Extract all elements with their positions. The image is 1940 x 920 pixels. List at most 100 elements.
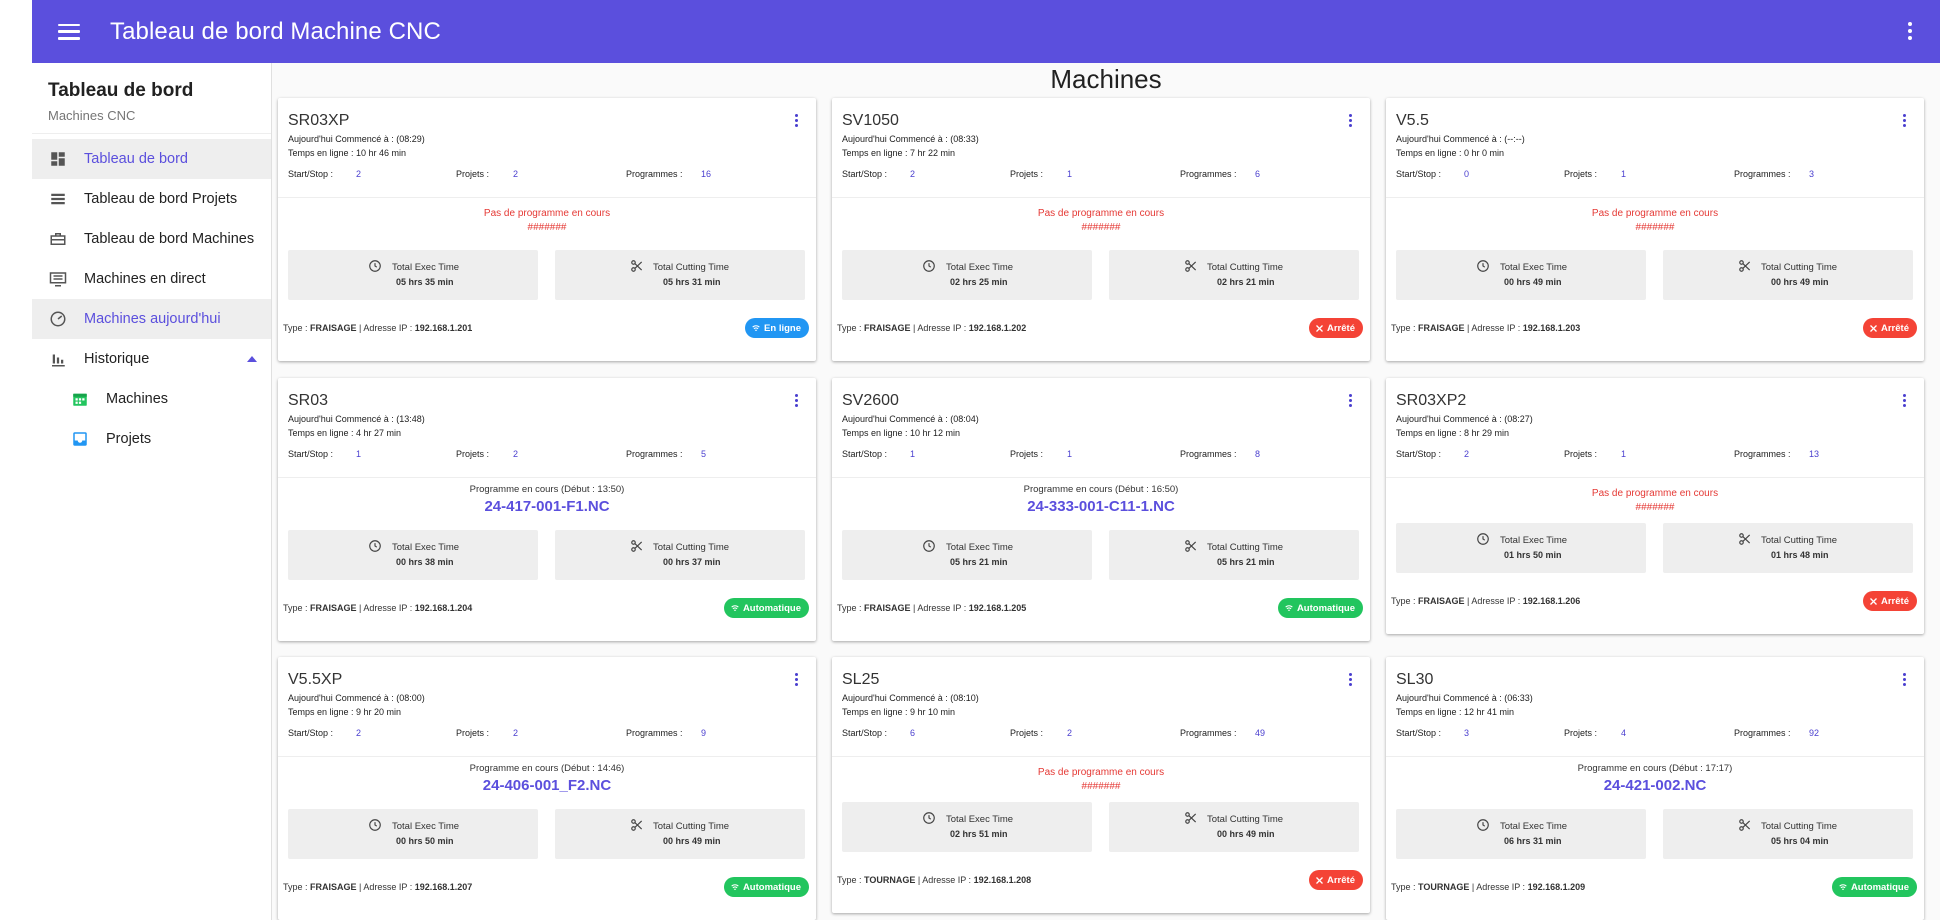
no-program-text: Pas de programme en cours xyxy=(1037,767,1165,778)
machine-type: TOURNAGE xyxy=(864,875,916,885)
scissors-icon xyxy=(1738,818,1752,832)
scissors-icon xyxy=(1184,811,1198,825)
total-exec-time-label: Total Exec Time xyxy=(946,262,1014,273)
chevron-up-icon[interactable] xyxy=(247,356,257,362)
machine-type-ip: Type : FRAISAGE | Adresse IP : 192.168.1… xyxy=(283,603,473,613)
status-badge[interactable]: Arrêté xyxy=(1309,318,1363,338)
scissors-icon xyxy=(1738,259,1752,273)
card-more-icon[interactable] xyxy=(1349,114,1352,127)
card-more-icon[interactable] xyxy=(795,114,798,127)
total-cutting-time-value: 02 hrs 21 min xyxy=(1217,277,1275,287)
status-badge[interactable]: Automatique xyxy=(723,877,809,897)
projects-value: 2 xyxy=(513,449,519,459)
programs-label: Programmes : xyxy=(626,728,683,738)
sidebar: Tableau de bord Machines CNC Tableau de … xyxy=(32,63,272,920)
programs-value: 13 xyxy=(1809,449,1820,459)
sidebar-item-label: Machines en direct xyxy=(84,271,206,287)
card-divider xyxy=(1386,756,1924,757)
card-more-icon[interactable] xyxy=(795,394,798,407)
programs-label: Programmes : xyxy=(626,169,683,179)
machine-name: SL25 xyxy=(842,671,880,688)
no-program-code: ####### xyxy=(527,222,567,233)
start-time-text: Aujourd'hui Commencé à : (13:48) xyxy=(288,414,425,424)
total-cutting-time-label: Total Cutting Time xyxy=(653,821,730,832)
machine-type: TOURNAGE xyxy=(1418,882,1470,892)
total-cutting-time-value: 05 hrs 21 min xyxy=(1217,557,1275,567)
machine-ip: 192.168.1.208 xyxy=(973,875,1032,885)
sidebar-item-historique[interactable]: Historique xyxy=(32,339,271,379)
menu-icon[interactable] xyxy=(58,23,80,40)
total-cutting-time: Total Cutting Time 00 hrs 49 min xyxy=(1109,802,1359,852)
status-badge[interactable]: Arrêté xyxy=(1863,591,1917,611)
programs-value: 5 xyxy=(701,449,707,459)
status-badge[interactable]: Automatique xyxy=(723,598,809,618)
total-cutting-time: Total Cutting Time 00 hrs 49 min xyxy=(555,809,805,859)
card-more-icon[interactable] xyxy=(1349,673,1352,686)
clock-icon xyxy=(1476,532,1490,546)
sidebar-item-label: Tableau de bord Projets xyxy=(84,191,238,207)
total-cutting-time-value: 00 hrs 49 min xyxy=(1217,829,1275,839)
total-cutting-time: Total Cutting Time 01 hrs 48 min xyxy=(1663,523,1913,573)
sidebar-item-tableau-de-bord[interactable]: Tableau de bord xyxy=(32,139,271,179)
card-more-icon[interactable] xyxy=(1903,114,1906,127)
machine-ip: 192.168.1.205 xyxy=(968,603,1027,613)
startstop-label: Start/Stop : xyxy=(288,728,334,738)
sidebar-item-machines-aujourd-hui[interactable]: Machines aujourd'hui xyxy=(32,299,271,339)
sidebar-item-tableau-de-bord-projets[interactable]: Tableau de bord Projets xyxy=(32,179,271,219)
machine-type-ip: Type : FRAISAGE | Adresse IP : 192.168.1… xyxy=(837,603,1027,613)
machine-ip: 192.168.1.207 xyxy=(414,882,473,892)
startstop-label: Start/Stop : xyxy=(842,449,888,459)
projects-label: Projets : xyxy=(1564,728,1598,738)
projects-value: 1 xyxy=(1621,449,1627,459)
status-badge-label: Automatique xyxy=(1296,602,1355,614)
projects-label: Projets : xyxy=(456,449,490,459)
more-options-icon[interactable] xyxy=(1908,22,1912,40)
total-exec-time-value: 05 hrs 35 min xyxy=(396,277,454,287)
total-exec-time-value: 00 hrs 38 min xyxy=(396,557,454,567)
no-program-code: ####### xyxy=(1081,781,1121,792)
start-time-text: Aujourd'hui Commencé à : (08:00) xyxy=(288,693,425,703)
status-badge[interactable]: Arrêté xyxy=(1863,318,1917,338)
app-root: Tableau de bord Machine CNC Tableau de b… xyxy=(32,0,1940,920)
status-badge[interactable]: En ligne xyxy=(745,318,809,338)
programs-value: 6 xyxy=(1255,169,1261,179)
online-time-text: Temps en ligne : 10 hr 46 min xyxy=(288,148,407,158)
total-cutting-time: Total Cutting Time 00 hrs 49 min xyxy=(1663,250,1913,300)
startstop-label: Start/Stop : xyxy=(1396,169,1442,179)
sidebar-subitem-machines[interactable]: Machines xyxy=(32,379,271,419)
total-cutting-time-label: Total Cutting Time xyxy=(1761,535,1838,546)
machine-type: FRAISAGE xyxy=(864,323,911,333)
machine-name: SR03XP2 xyxy=(1396,392,1467,409)
card-more-icon[interactable] xyxy=(1903,673,1906,686)
machine-name: SR03XP xyxy=(288,112,350,129)
startstop-value: 2 xyxy=(1464,449,1470,459)
wifi-icon xyxy=(751,323,761,333)
machine-card: SV2600 Aujourd'hui Commencé à : (08:04) Te… xyxy=(832,378,1370,641)
sidebar-item-machines-en-direct[interactable]: Machines en direct xyxy=(32,259,271,299)
total-cutting-time-value: 05 hrs 04 min xyxy=(1771,836,1829,846)
card-more-icon[interactable] xyxy=(1903,394,1906,407)
no-program-code: ####### xyxy=(1635,222,1675,233)
sidebar-subitem-projets[interactable]: Projets xyxy=(32,419,271,459)
startstop-value: 6 xyxy=(910,728,916,738)
startstop-value: 2 xyxy=(356,728,362,738)
status-badge[interactable]: Automatique xyxy=(1277,598,1363,618)
machine-ip: 192.168.1.203 xyxy=(1522,323,1581,333)
machine-type-ip: Type : FRAISAGE | Adresse IP : 192.168.1… xyxy=(1391,323,1581,333)
machine-ip: 192.168.1.201 xyxy=(414,323,473,333)
program-running-label: Programme en cours (Début : 14:46) xyxy=(469,763,625,774)
programs-value: 49 xyxy=(1255,728,1266,738)
close-icon xyxy=(1869,324,1878,333)
close-icon xyxy=(1315,324,1324,333)
online-time-text: Temps en ligne : 7 hr 22 min xyxy=(842,148,956,158)
status-badge[interactable]: Arrêté xyxy=(1309,870,1363,890)
total-cutting-time-label: Total Cutting Time xyxy=(1761,821,1838,832)
card-more-icon[interactable] xyxy=(795,673,798,686)
scissors-icon xyxy=(630,539,644,553)
card-more-icon[interactable] xyxy=(1349,394,1352,407)
wifi-icon xyxy=(730,603,740,613)
status-badge[interactable]: Automatique xyxy=(1831,877,1917,897)
total-cutting-time-value: 00 hrs 49 min xyxy=(1771,277,1829,287)
sidebar-item-tableau-de-bord-machines[interactable]: Tableau de bord Machines xyxy=(32,219,271,259)
list-icon xyxy=(48,189,68,209)
